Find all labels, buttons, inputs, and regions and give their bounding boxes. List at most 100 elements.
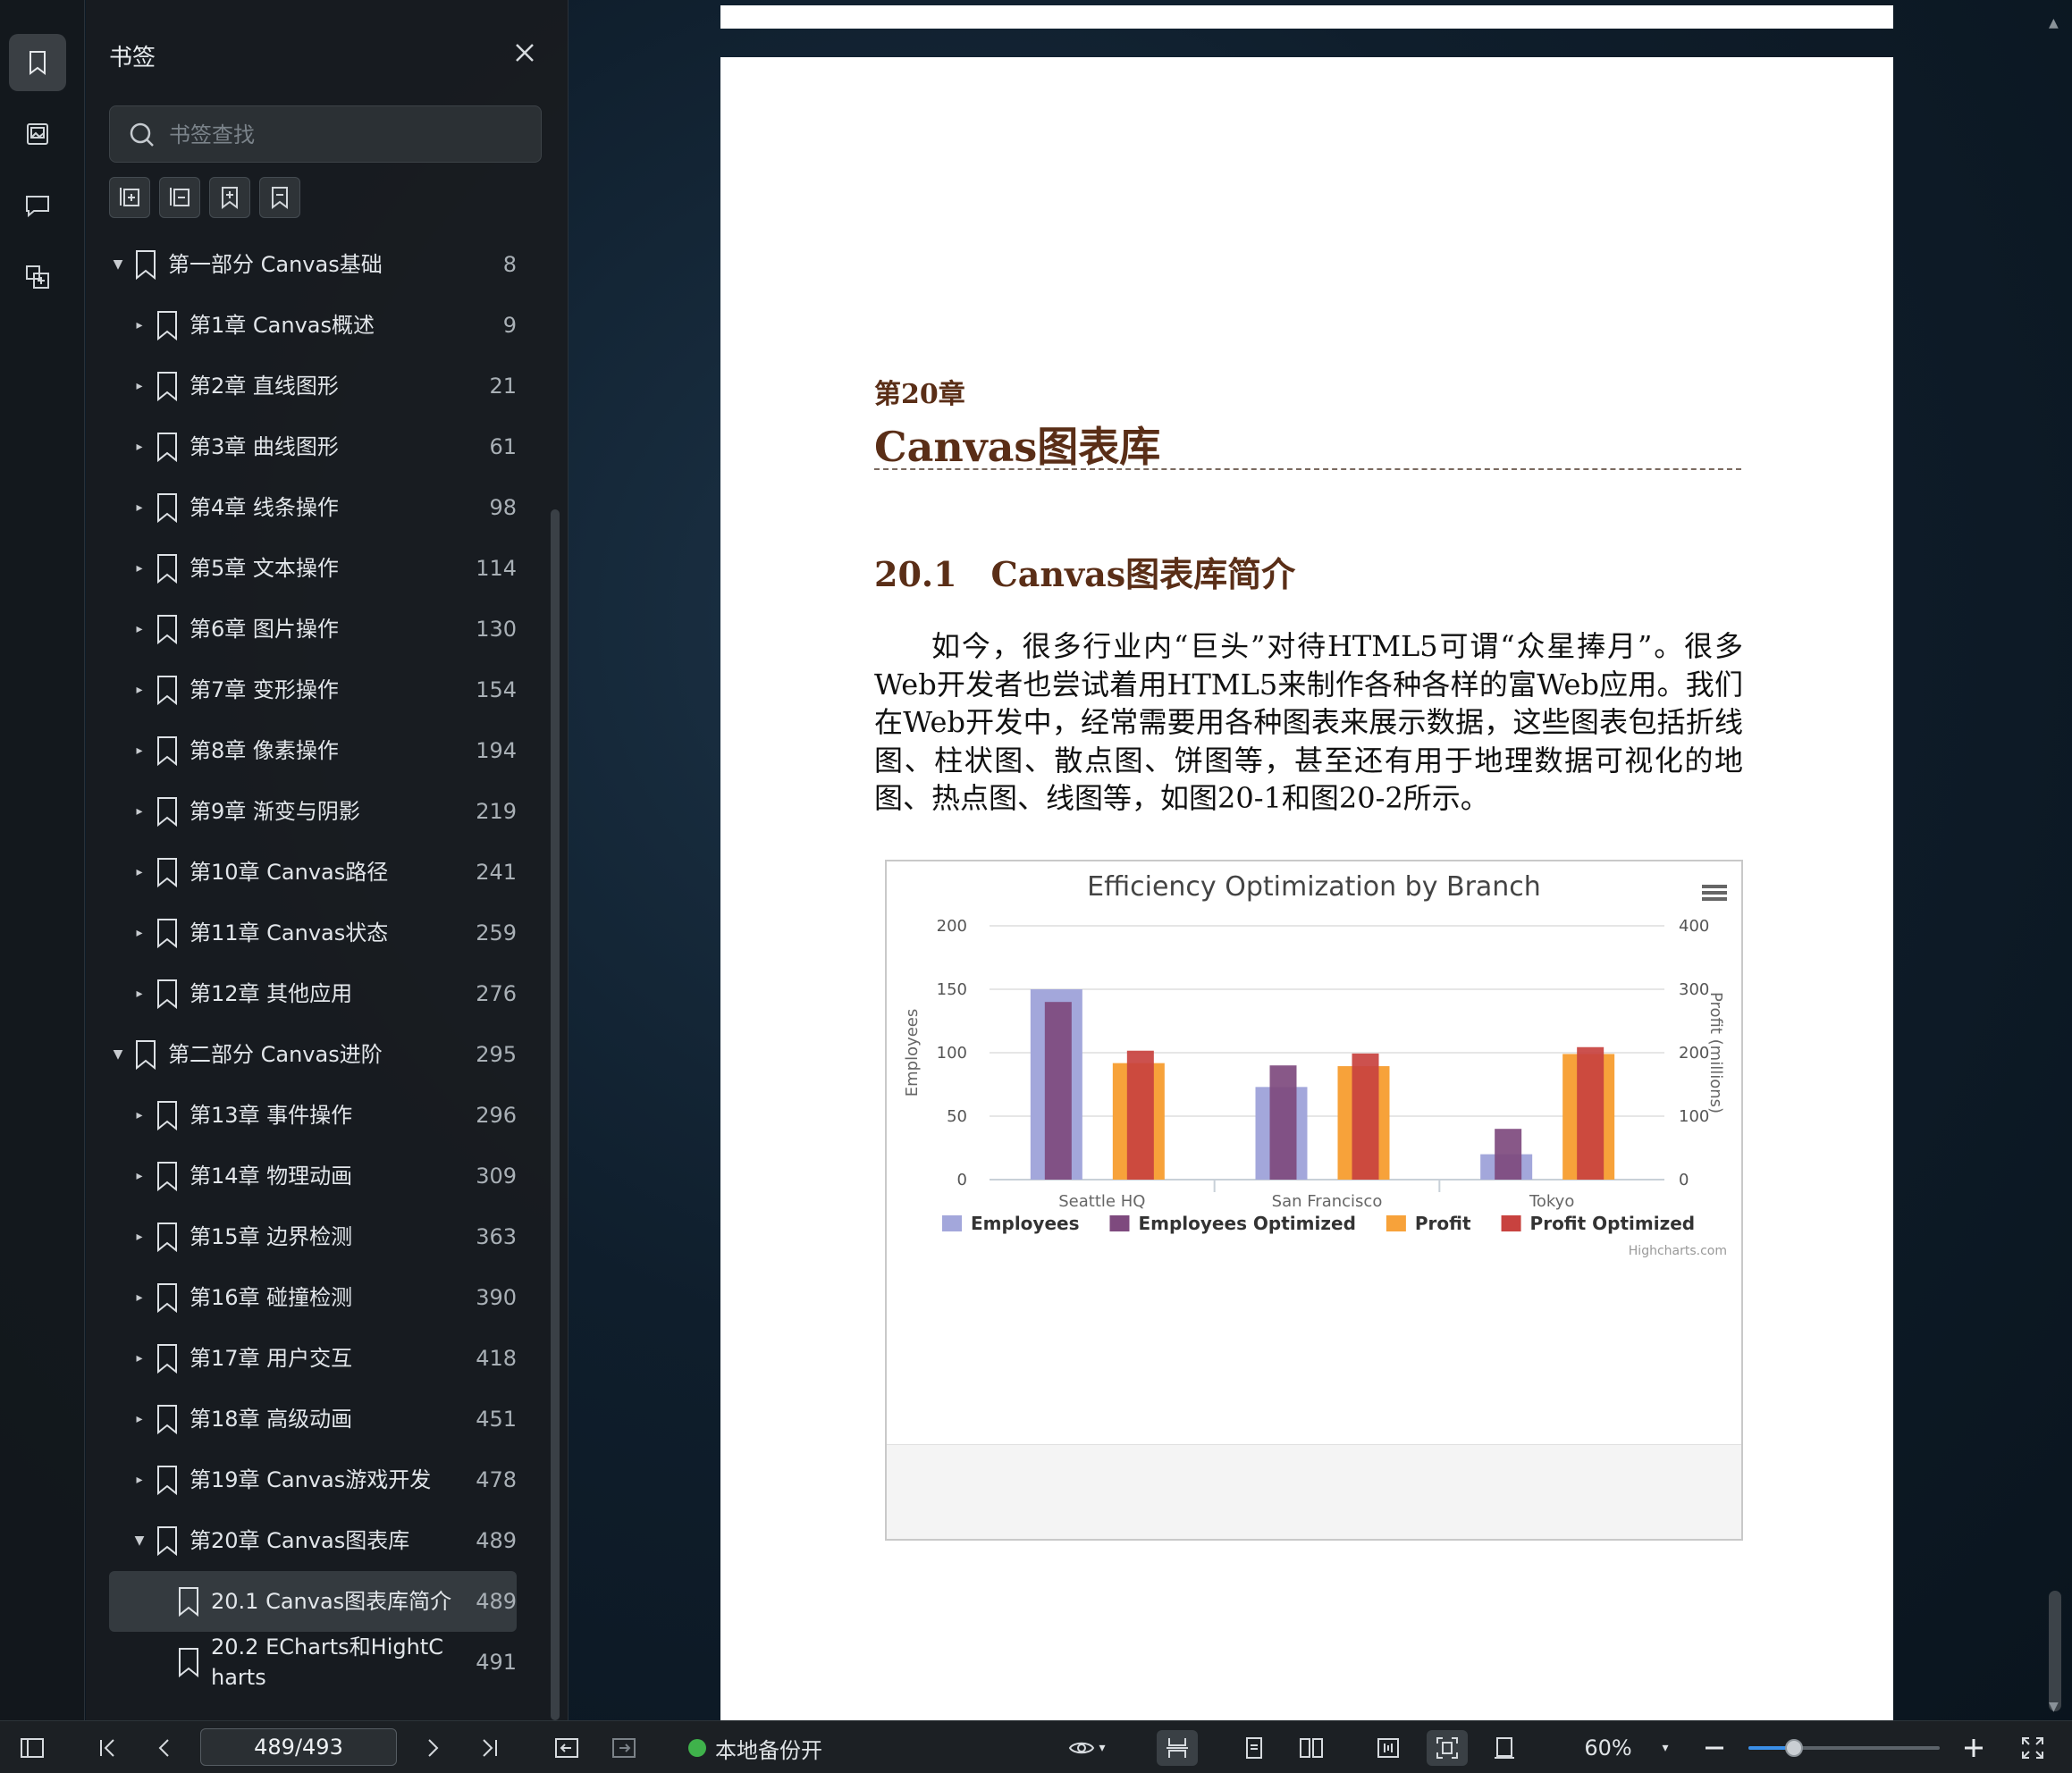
bookmark-item[interactable]: ▸ 第10章 Canvas路径 241: [109, 842, 517, 903]
expand-caret-icon[interactable]: ▸: [131, 1351, 148, 1365]
expand-caret-icon[interactable]: ▸: [131, 622, 148, 636]
last-page-button[interactable]: [472, 1730, 508, 1766]
bookmark-icon: [157, 615, 177, 645]
double-page-icon: [1300, 1738, 1323, 1758]
forward-button[interactable]: [606, 1730, 642, 1766]
bookmark-item[interactable]: ▸ 第13章 事件操作 296: [109, 1085, 517, 1146]
forward-icon: [612, 1738, 636, 1758]
expand-caret-icon[interactable]: ▸: [131, 1412, 148, 1426]
bookmark-item[interactable]: ▸ 第2章 直线图形 21: [109, 356, 517, 416]
back-button[interactable]: [549, 1730, 585, 1766]
collapse-all-button[interactable]: [159, 177, 200, 218]
bookmark-item[interactable]: ▸ 第14章 物理动画 309: [109, 1146, 517, 1206]
expand-caret-icon[interactable]: ▸: [131, 804, 148, 819]
bookmark-item[interactable]: ▸ 第5章 文本操作 114: [109, 538, 517, 599]
chart-menu-icon[interactable]: [1702, 885, 1727, 901]
expand-caret-icon[interactable]: ▸: [131, 379, 148, 393]
backup-status[interactable]: 本地备份开: [688, 1730, 840, 1766]
bookmark-item[interactable]: ▸ 第19章 Canvas游戏开发 478: [109, 1449, 517, 1510]
fit-page-icon: [1436, 1737, 1458, 1759]
y-tick-label-left: 50: [947, 1107, 967, 1126]
zoom-slider[interactable]: [1748, 1739, 1940, 1757]
expand-caret-icon[interactable]: ▸: [131, 318, 148, 332]
expand-caret-icon[interactable]: ▸: [131, 744, 148, 758]
double-page-button[interactable]: [1291, 1730, 1332, 1766]
scroll-up-arrow[interactable]: ▲: [2049, 16, 2059, 30]
expand-all-button[interactable]: [109, 177, 150, 218]
bookmark-item[interactable]: ▼ 第二部分 Canvas进阶 295: [109, 1024, 517, 1085]
attachment-panel-button[interactable]: [9, 248, 66, 306]
bookmark-item[interactable]: ▸ 第8章 像素操作 194: [109, 720, 517, 781]
bookmark-item[interactable]: ▸ 第18章 高级动画 451: [109, 1389, 517, 1449]
expand-caret-icon[interactable]: ▸: [131, 1290, 148, 1305]
expand-caret-icon[interactable]: ▸: [131, 865, 148, 879]
bookmark-icon: [136, 1040, 156, 1071]
bookmark-item[interactable]: ▸ 第9章 渐变与阴影 219: [109, 781, 517, 842]
fullscreen-button[interactable]: [2015, 1730, 2051, 1766]
expand-caret-icon[interactable]: ▸: [131, 1473, 148, 1487]
add-bookmark-button[interactable]: [209, 177, 250, 218]
legend-swatch: [1386, 1215, 1406, 1231]
close-icon[interactable]: [510, 38, 540, 68]
rotate-page-button[interactable]: [1484, 1730, 1525, 1766]
bookmark-item[interactable]: ▸ 第7章 变形操作 154: [109, 660, 517, 720]
bookmark-item[interactable]: 20.2 ECharts和HightCharts 491: [109, 1632, 517, 1693]
toggle-sidebar-button[interactable]: [14, 1730, 50, 1766]
scroll-down-arrow[interactable]: ▼: [2049, 1700, 2059, 1714]
zoom-slider-handle[interactable]: [1785, 1739, 1804, 1757]
expand-caret-icon[interactable]: ▸: [131, 440, 148, 454]
page-number-input[interactable]: 489/493: [200, 1728, 397, 1766]
bookmark-search-input[interactable]: [169, 115, 526, 155]
expand-caret-icon[interactable]: ▼: [109, 257, 127, 272]
expand-caret-icon[interactable]: ▸: [131, 1230, 148, 1244]
single-page-button[interactable]: [1234, 1730, 1275, 1766]
previous-page-edge: [720, 5, 1893, 29]
bookmark-label: 第17章 用户交互: [190, 1346, 353, 1371]
chapter-title: Canvas图表库: [874, 423, 1161, 471]
expand-caret-icon[interactable]: ▼: [131, 1534, 148, 1548]
fit-page-button[interactable]: [1427, 1730, 1468, 1766]
bookmark-item[interactable]: ▸ 第16章 碰撞检测 390: [109, 1267, 517, 1328]
bookmark-item[interactable]: ▸ 第11章 Canvas状态 259: [109, 903, 517, 963]
bookmark-label: 第10章 Canvas路径: [190, 860, 389, 885]
bookmark-item[interactable]: ▸ 第6章 图片操作 130: [109, 599, 517, 660]
document-scrollbar[interactable]: [2049, 1591, 2061, 1711]
zoom-level[interactable]: 60%: [1575, 1730, 1641, 1766]
expand-caret-icon[interactable]: ▸: [131, 987, 148, 1001]
bookmark-item[interactable]: ▸ 第1章 Canvas概述 9: [109, 295, 517, 356]
remove-bookmark-button[interactable]: [259, 177, 300, 218]
bookmark-panel-button[interactable]: [9, 34, 66, 91]
continuous-scroll-button[interactable]: [1157, 1730, 1198, 1766]
bookmark-icon: [157, 1223, 177, 1253]
view-mode-dropdown[interactable]: ▾: [1060, 1730, 1114, 1766]
zoom-in-button[interactable]: [1956, 1730, 1992, 1766]
expand-caret-icon[interactable]: ▸: [131, 500, 148, 515]
zoom-out-button[interactable]: [1697, 1730, 1732, 1766]
bookmark-item[interactable]: 20.1 Canvas图表库简介 489: [109, 1571, 517, 1632]
fit-width-button[interactable]: [1368, 1730, 1409, 1766]
expand-caret-icon[interactable]: ▸: [131, 926, 148, 940]
bookmark-icon: [29, 51, 46, 75]
bookmark-item[interactable]: ▸ 第3章 曲线图形 61: [109, 416, 517, 477]
expand-caret-icon[interactable]: ▸: [131, 1169, 148, 1183]
previous-page-button[interactable]: [147, 1730, 182, 1766]
bookmark-item[interactable]: ▸ 第12章 其他应用 276: [109, 963, 517, 1024]
bookmark-icon: [157, 372, 177, 402]
expand-caret-icon[interactable]: ▼: [109, 1047, 127, 1062]
thumbnail-panel-button[interactable]: [9, 105, 66, 163]
backup-status-label: 本地备份开: [715, 1737, 822, 1763]
expand-caret-icon[interactable]: ▸: [131, 683, 148, 697]
bookmark-page-number: 98: [489, 495, 517, 520]
zoom-dropdown[interactable]: ▾: [1652, 1730, 1679, 1766]
bookmark-item[interactable]: ▼ 第一部分 Canvas基础 8: [109, 234, 517, 295]
expand-caret-icon[interactable]: ▸: [131, 561, 148, 576]
bookmark-item[interactable]: ▸ 第17章 用户交互 418: [109, 1328, 517, 1389]
bookmark-item[interactable]: ▸ 第15章 边界检测 363: [109, 1206, 517, 1267]
first-page-button[interactable]: [89, 1730, 125, 1766]
comment-panel-button[interactable]: [9, 177, 66, 234]
bookmark-item[interactable]: ▸ 第4章 线条操作 98: [109, 477, 517, 538]
expand-caret-icon[interactable]: ▸: [131, 1108, 148, 1122]
panel-scrollbar[interactable]: [551, 509, 560, 1720]
bookmark-item[interactable]: ▼ 第20章 Canvas图表库 489: [109, 1510, 517, 1571]
next-page-button[interactable]: [415, 1730, 451, 1766]
